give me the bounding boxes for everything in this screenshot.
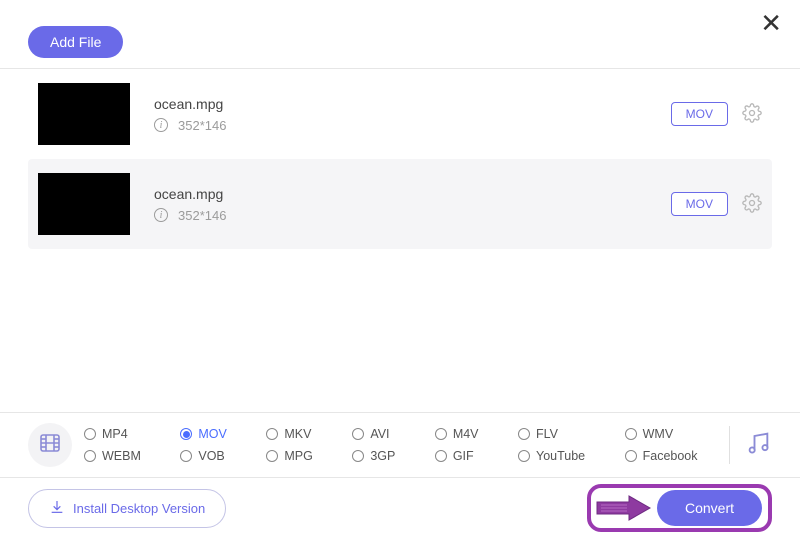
top-bar: Add File <box>0 0 800 69</box>
format-option-mov[interactable]: MOV <box>180 427 244 441</box>
gear-icon <box>742 103 762 126</box>
install-label: Install Desktop Version <box>73 501 205 516</box>
settings-button[interactable] <box>742 103 762 126</box>
format-label: FLV <box>536 427 558 441</box>
format-option-mkv[interactable]: MKV <box>266 427 330 441</box>
format-label: M4V <box>453 427 479 441</box>
format-option-facebook[interactable]: Facebook <box>625 449 715 463</box>
radio-icon <box>84 450 96 462</box>
file-dimensions: 352*146 <box>178 208 226 223</box>
format-label: MKV <box>284 427 311 441</box>
radio-icon <box>180 428 192 440</box>
format-label: MP4 <box>102 427 128 441</box>
arrow-annotation-icon <box>593 493 653 523</box>
radio-icon <box>266 450 278 462</box>
format-label: MPG <box>284 449 312 463</box>
format-label: Facebook <box>643 449 698 463</box>
convert-button[interactable]: Convert <box>657 490 762 526</box>
format-grid: MP4 MOV MKV AVI M4V FLV WMV WEBM VOB MPG 3GP GIF You… <box>84 427 715 463</box>
audio-tab[interactable] <box>744 429 772 462</box>
radio-icon <box>352 428 364 440</box>
file-list: ocean.mpgi352*146MOVocean.mpgi352*146MOV <box>0 69 800 249</box>
format-label: VOB <box>198 449 224 463</box>
radio-icon <box>625 428 637 440</box>
format-label: GIF <box>453 449 474 463</box>
settings-button[interactable] <box>742 193 762 216</box>
info-icon: i <box>154 118 168 132</box>
format-label: YouTube <box>536 449 585 463</box>
video-tab[interactable] <box>28 423 72 467</box>
radio-icon <box>625 450 637 462</box>
format-option-gif[interactable]: GIF <box>435 449 496 463</box>
file-dimensions: 352*146 <box>178 118 226 133</box>
info-icon: i <box>154 208 168 222</box>
radio-icon <box>84 428 96 440</box>
file-meta: ocean.mpg i 352*146 <box>154 96 671 133</box>
file-dimensions-row: i 352*146 <box>154 208 671 223</box>
format-option-youtube[interactable]: YouTube <box>518 449 603 463</box>
file-row[interactable]: ocean.mpg i 352*146 MOV <box>28 69 772 159</box>
download-icon <box>49 499 65 518</box>
film-icon <box>38 431 62 460</box>
bottom-bar: Install Desktop Version Convert <box>0 484 800 532</box>
format-panel: MP4 MOV MKV AVI M4V FLV WMV WEBM VOB MPG 3GP GIF You… <box>0 412 800 478</box>
close-icon: ✕ <box>760 8 782 38</box>
video-thumbnail <box>38 173 130 235</box>
file-row[interactable]: ocean.mpg i 352*146 MOV <box>28 159 772 249</box>
format-option-mp4[interactable]: MP4 <box>84 427 158 441</box>
music-icon <box>744 429 772 462</box>
format-label: MOV <box>198 427 226 441</box>
format-label: WMV <box>643 427 674 441</box>
video-thumbnail <box>38 83 130 145</box>
row-actions: MOV <box>671 102 762 126</box>
format-option-3gp[interactable]: 3GP <box>352 449 413 463</box>
output-format-button[interactable]: MOV <box>671 102 728 126</box>
radio-icon <box>435 428 447 440</box>
format-option-wmv[interactable]: WMV <box>625 427 715 441</box>
format-option-m4v[interactable]: M4V <box>435 427 496 441</box>
format-option-avi[interactable]: AVI <box>352 427 413 441</box>
format-label: 3GP <box>370 449 395 463</box>
radio-icon <box>180 450 192 462</box>
format-option-vob[interactable]: VOB <box>180 449 244 463</box>
convert-highlight: Convert <box>587 484 772 532</box>
format-option-webm[interactable]: WEBM <box>84 449 158 463</box>
divider <box>729 426 730 464</box>
install-desktop-button[interactable]: Install Desktop Version <box>28 489 226 528</box>
gear-icon <box>742 193 762 216</box>
add-file-button[interactable]: Add File <box>28 26 123 58</box>
radio-icon <box>518 450 530 462</box>
file-name: ocean.mpg <box>154 186 671 202</box>
format-option-mpg[interactable]: MPG <box>266 449 330 463</box>
radio-icon <box>518 428 530 440</box>
radio-icon <box>266 428 278 440</box>
radio-icon <box>352 450 364 462</box>
row-actions: MOV <box>671 192 762 216</box>
radio-icon <box>435 450 447 462</box>
format-label: AVI <box>370 427 389 441</box>
close-button[interactable]: ✕ <box>760 10 782 36</box>
file-name: ocean.mpg <box>154 96 671 112</box>
output-format-button[interactable]: MOV <box>671 192 728 216</box>
file-meta: ocean.mpg i 352*146 <box>154 186 671 223</box>
format-option-flv[interactable]: FLV <box>518 427 603 441</box>
format-label: WEBM <box>102 449 141 463</box>
file-dimensions-row: i 352*146 <box>154 118 671 133</box>
